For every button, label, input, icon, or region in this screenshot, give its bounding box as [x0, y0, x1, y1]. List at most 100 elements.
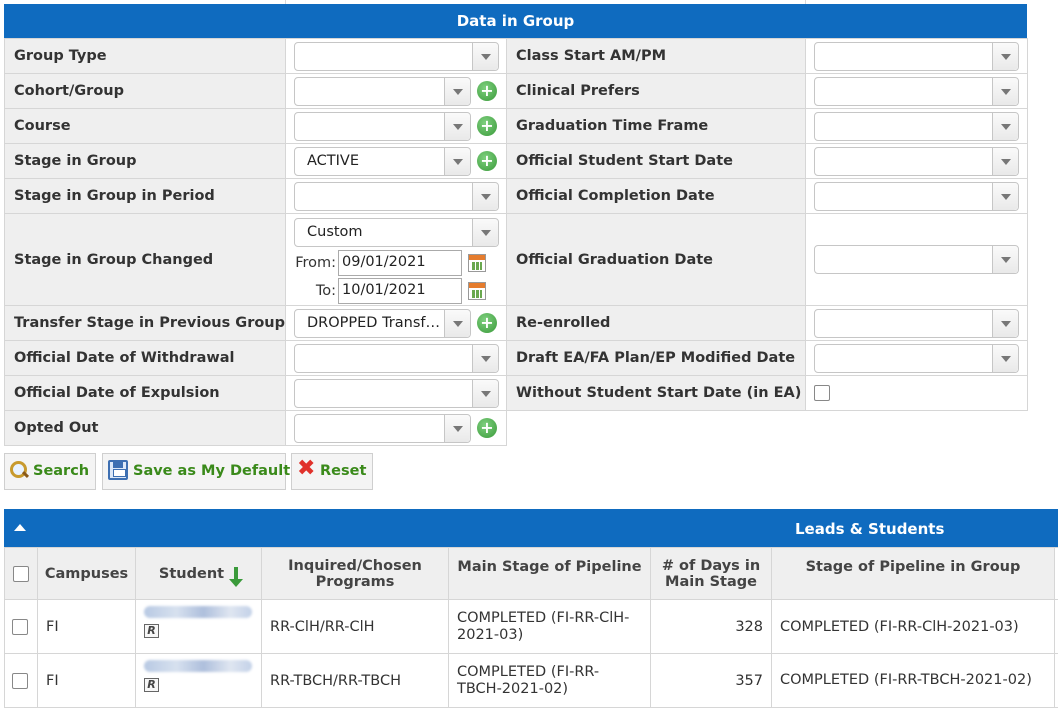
chevron-down-icon[interactable]: [472, 42, 498, 70]
table-row[interactable]: FI R RR-ClH/RR-ClH COMPLETED (FI-RR-ClH-…: [4, 599, 1058, 654]
results-table: Campuses Student Inquired/Chosen Program…: [4, 547, 1058, 708]
chevron-down-icon[interactable]: [992, 246, 1018, 273]
filter-label: Official Date of Expulsion: [4, 375, 286, 411]
chevron-down-icon[interactable]: [444, 414, 470, 442]
add-icon[interactable]: +: [477, 418, 497, 438]
chevron-down-icon[interactable]: [472, 344, 498, 372]
add-icon[interactable]: +: [477, 81, 497, 101]
record-icon[interactable]: R: [144, 678, 159, 692]
programs-cell: RR-ClH/RR-ClH: [261, 599, 449, 654]
graduation-date-select[interactable]: [814, 245, 1019, 274]
group-type-select[interactable]: [294, 41, 499, 71]
filter-label: Opted Out: [4, 410, 286, 446]
chevron-down-icon[interactable]: [444, 147, 470, 175]
add-icon[interactable]: +: [477, 313, 497, 333]
search-icon: [10, 461, 28, 479]
spacer: [1054, 653, 1058, 708]
column-header[interactable]: Inquired/Chosen Programs: [261, 547, 449, 600]
reset-button[interactable]: ✖ Reset: [291, 453, 373, 490]
column-header-student[interactable]: Student: [135, 547, 262, 600]
filter-label: Stage in Group in Period: [4, 178, 286, 214]
student-cell[interactable]: R: [135, 599, 262, 654]
table-row[interactable]: FI R RR-TBCH/RR-TBCH COMPLETED (FI-RR-TB…: [4, 653, 1058, 708]
filters-table: Group Type Class Start AM/PM Cohort/Grou…: [4, 38, 1028, 446]
chevron-down-icon[interactable]: [992, 182, 1018, 210]
filter-label: Without Student Start Date (in EA): [506, 375, 806, 411]
calendar-icon[interactable]: [468, 282, 486, 300]
class-start-select[interactable]: [814, 41, 1019, 71]
transfer-stage-select[interactable]: DROPPED Transf…: [294, 308, 471, 338]
group-stage-cell: COMPLETED (FI-RR-TBCH-2021-02): [771, 653, 1055, 708]
from-label: From:: [295, 255, 336, 271]
filter-label: Official Student Start Date: [506, 143, 806, 179]
chevron-down-icon[interactable]: [472, 219, 498, 246]
column-header[interactable]: # of Days in Main Stage: [650, 547, 772, 600]
completion-date-select[interactable]: [814, 181, 1019, 211]
chevron-down-icon[interactable]: [444, 77, 470, 105]
clinical-prefers-select[interactable]: [814, 76, 1019, 106]
expulsion-date-select[interactable]: [294, 378, 499, 408]
chevron-down-icon[interactable]: [992, 42, 1018, 70]
save-default-button[interactable]: Save as My Default: [102, 453, 290, 490]
add-icon[interactable]: +: [477, 151, 497, 171]
opted-out-select[interactable]: [294, 413, 471, 443]
without-start-date-checkbox[interactable]: [814, 385, 830, 401]
chevron-down-icon[interactable]: [992, 112, 1018, 140]
student-name-redacted[interactable]: [144, 660, 252, 672]
student-name-redacted[interactable]: [144, 606, 252, 618]
grid-header: Leads & Students: [4, 509, 1058, 547]
chevron-down-icon[interactable]: [444, 112, 470, 140]
cohort-group-select[interactable]: [294, 76, 471, 106]
re-enrolled-select[interactable]: [814, 308, 1019, 338]
spacer: [1054, 547, 1058, 600]
days-cell: 357: [650, 653, 772, 708]
filter-label: Official Date of Withdrawal: [4, 340, 286, 376]
search-button[interactable]: Search: [4, 453, 96, 490]
row-checkbox[interactable]: [12, 618, 28, 635]
panel-title: Data in Group: [4, 4, 1027, 38]
record-icon[interactable]: R: [144, 624, 159, 638]
save-icon: [108, 460, 128, 480]
chevron-down-icon[interactable]: [992, 309, 1018, 337]
data-in-group-panel: Data in Group Group Type Class Start AM/…: [4, 4, 1028, 446]
to-date-input[interactable]: 10/01/2021: [338, 278, 462, 304]
to-label: To:: [315, 283, 336, 299]
filter-label: Official Graduation Date: [506, 213, 806, 306]
filter-label: Transfer Stage in Previous Group: [4, 305, 286, 341]
column-header[interactable]: Stage of Pipeline in Group: [771, 547, 1055, 600]
chevron-down-icon[interactable]: [992, 77, 1018, 105]
filter-label: Graduation Time Frame: [506, 108, 806, 144]
main-stage-cell: COMPLETED (FI-RR-ClH-2021-03): [448, 599, 651, 654]
chevron-down-icon[interactable]: [472, 379, 498, 407]
sort-down-icon: [229, 566, 244, 587]
stage-in-group-select[interactable]: ACTIVE: [294, 146, 471, 176]
stage-changed-select[interactable]: Custom: [294, 218, 499, 247]
empty-cell: [506, 410, 1028, 446]
row-checkbox[interactable]: [12, 672, 28, 689]
group-stage-cell: COMPLETED (FI-RR-ClH-2021-03): [771, 599, 1055, 654]
chevron-down-icon[interactable]: [992, 147, 1018, 175]
grid-title: Leads & Students: [795, 520, 945, 538]
draft-plan-date-select[interactable]: [814, 343, 1019, 373]
from-date-input[interactable]: 09/01/2021: [338, 250, 462, 276]
column-header[interactable]: Main Stage of Pipeline: [448, 547, 651, 600]
select-all-checkbox[interactable]: [13, 565, 29, 582]
student-start-date-select[interactable]: [814, 146, 1019, 176]
column-header[interactable]: Campuses: [37, 547, 136, 600]
stage-in-period-select[interactable]: [294, 181, 499, 211]
spacer: [1054, 599, 1058, 654]
campus-cell: FI: [37, 599, 136, 654]
filter-label: Official Completion Date: [506, 178, 806, 214]
withdrawal-date-select[interactable]: [294, 343, 499, 373]
graduation-time-frame-select[interactable]: [814, 111, 1019, 141]
course-select[interactable]: [294, 111, 471, 141]
chevron-down-icon[interactable]: [444, 309, 470, 337]
student-cell[interactable]: R: [135, 653, 262, 708]
add-icon[interactable]: +: [477, 116, 497, 136]
calendar-icon[interactable]: [468, 254, 486, 272]
chevron-down-icon[interactable]: [992, 344, 1018, 372]
filter-label: Re-enrolled: [506, 305, 806, 341]
filter-label: Cohort/Group: [4, 73, 286, 109]
collapse-icon[interactable]: [14, 524, 26, 531]
chevron-down-icon[interactable]: [472, 182, 498, 210]
